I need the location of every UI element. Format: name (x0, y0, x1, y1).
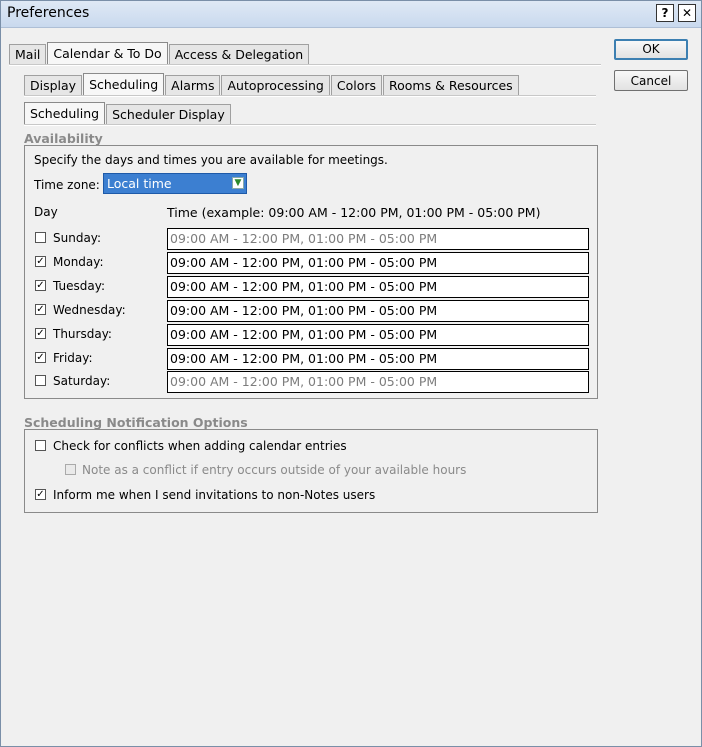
help-button[interactable]: ? (656, 4, 674, 22)
thursday-checkbox[interactable]: ✓ (35, 328, 46, 339)
wednesday-time-field[interactable]: 09:00 AM - 12:00 PM, 01:00 PM - 05:00 PM (167, 300, 589, 322)
monday-time-field[interactable]: 09:00 AM - 12:00 PM, 01:00 PM - 05:00 PM (167, 252, 589, 274)
dropdown-icon[interactable]: ▼ (232, 177, 244, 189)
saturday-checkbox[interactable] (35, 375, 46, 386)
cancel-button[interactable]: Cancel (614, 70, 688, 91)
friday-checkbox[interactable]: ✓ (35, 352, 46, 363)
tab-autoprocessing[interactable]: Autoprocessing (221, 75, 330, 96)
time-header: Time (example: 09:00 AM - 12:00 PM, 01:0… (167, 205, 541, 220)
tab-scheduling[interactable]: Scheduling (83, 73, 165, 96)
inner-tab-divider (24, 124, 596, 126)
sunday-time-field[interactable]: 09:00 AM - 12:00 PM, 01:00 PM - 05:00 PM (167, 228, 589, 250)
conflicts-checkbox[interactable] (35, 440, 46, 451)
close-button[interactable]: ✕ (678, 4, 696, 22)
sub-tab-divider (24, 95, 596, 97)
tuesday-label: Tuesday: (53, 279, 105, 293)
notification-options-label: Scheduling Notification Options (24, 415, 248, 430)
monday-checkbox[interactable]: ✓ (35, 256, 46, 267)
invitations-label: Inform me when I send invitations to non… (53, 488, 376, 502)
timezone-select[interactable]: Local time ▼ (103, 173, 247, 194)
main-tab-divider (9, 64, 601, 66)
outside-hours-checkbox[interactable] (65, 464, 76, 475)
friday-time-field[interactable]: 09:00 AM - 12:00 PM, 01:00 PM - 05:00 PM (167, 348, 589, 370)
tab-alarms[interactable]: Alarms (165, 75, 221, 96)
tab-inner-scheduling[interactable]: Scheduling (24, 102, 106, 125)
outside-hours-label: Note as a conflict if entry occurs outsi… (82, 463, 467, 477)
sub-tab-bar: Display Scheduling Alarms Autoprocessing… (24, 73, 520, 96)
monday-label: Monday: (53, 255, 104, 269)
tab-access-delegation[interactable]: Access & Delegation (168, 44, 310, 65)
availability-intro: Specify the days and times you are avail… (34, 153, 388, 167)
tab-scheduler-display[interactable]: Scheduler Display (106, 104, 231, 125)
sunday-checkbox[interactable] (35, 232, 46, 243)
timezone-label: Time zone: (34, 178, 100, 192)
inner-tab-bar: Scheduling Scheduler Display (24, 102, 232, 125)
tab-calendar-todo[interactable]: Calendar & To Do (47, 42, 168, 65)
thursday-label: Thursday: (53, 327, 112, 341)
wednesday-label: Wednesday: (53, 303, 126, 317)
saturday-time-field[interactable]: 09:00 AM - 12:00 PM, 01:00 PM - 05:00 PM (167, 371, 589, 393)
day-header: Day (34, 205, 58, 219)
wednesday-checkbox[interactable]: ✓ (35, 304, 46, 315)
conflicts-label: Check for conflicts when adding calendar… (53, 439, 347, 453)
tuesday-checkbox[interactable]: ✓ (35, 280, 46, 291)
ok-button[interactable]: OK (614, 39, 688, 60)
friday-label: Friday: (53, 351, 93, 365)
availability-label: Availability (24, 131, 103, 146)
preferences-window: Preferences ? ✕ Mail Calendar & To Do Ac… (0, 0, 702, 747)
window-title: Preferences (7, 5, 90, 21)
tab-display[interactable]: Display (24, 75, 83, 96)
invitations-checkbox[interactable]: ✓ (35, 489, 46, 500)
saturday-label: Saturday: (53, 374, 111, 388)
sunday-label: Sunday: (53, 231, 102, 245)
title-bar: Preferences ? ✕ (1, 1, 701, 28)
timezone-value: Local time (107, 176, 172, 191)
tab-colors[interactable]: Colors (330, 75, 383, 96)
tab-mail[interactable]: Mail (9, 44, 47, 65)
thursday-time-field[interactable]: 09:00 AM - 12:00 PM, 01:00 PM - 05:00 PM (167, 324, 589, 346)
tab-rooms-resources[interactable]: Rooms & Resources (383, 75, 519, 96)
main-tab-bar: Mail Calendar & To Do Access & Delegatio… (9, 42, 310, 65)
tuesday-time-field[interactable]: 09:00 AM - 12:00 PM, 01:00 PM - 05:00 PM (167, 276, 589, 298)
